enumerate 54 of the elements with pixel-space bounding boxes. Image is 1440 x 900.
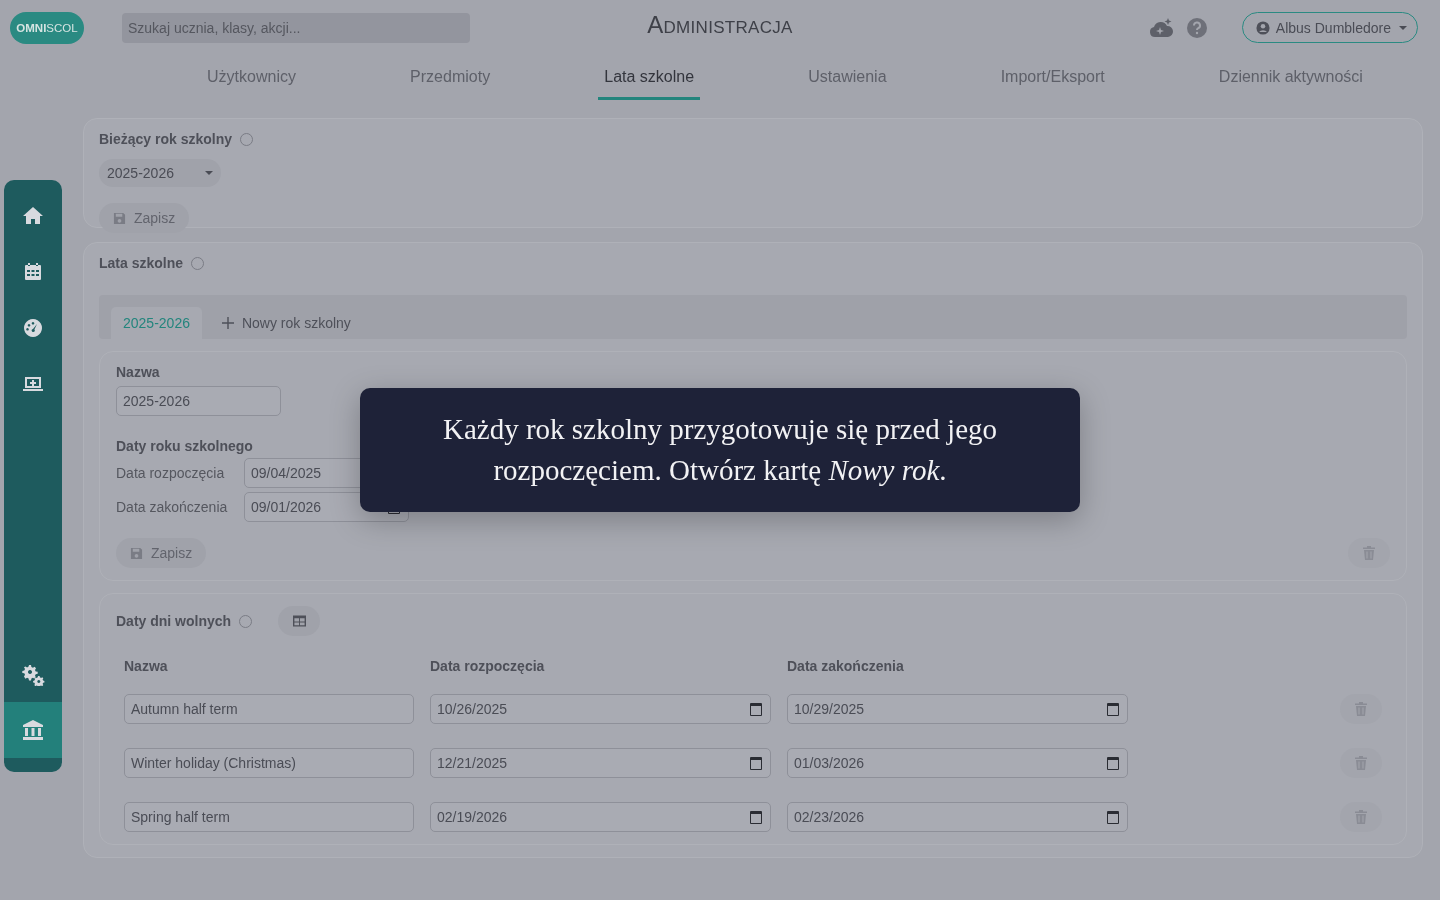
table-view-button[interactable] bbox=[278, 606, 321, 636]
search-field[interactable]: Szukaj ucznia, klasy, akcji... bbox=[122, 12, 470, 43]
nav-tab[interactable]: Użytkownicy bbox=[201, 55, 302, 100]
new-year-tab[interactable]: Nowy rok szkolny bbox=[209, 307, 363, 339]
date-field[interactable]: 02/23/2026 bbox=[787, 802, 1128, 832]
cloud-sparkle-icon[interactable] bbox=[1147, 16, 1174, 39]
nav-tab[interactable]: Dziennik aktywności bbox=[1212, 55, 1369, 100]
field-label: Data rozpoczęcia bbox=[116, 465, 226, 481]
name-field[interactable]: 2025-2026 bbox=[116, 386, 281, 416]
save-icon bbox=[113, 211, 126, 225]
section-title: Daty dni wolnych bbox=[116, 613, 232, 629]
column-header: Data rozpoczęcia bbox=[430, 658, 546, 674]
save-button[interactable]: Zapisz bbox=[116, 538, 207, 568]
year-tab[interactable]: 2025-2026 bbox=[111, 307, 202, 339]
settings-icon bbox=[21, 662, 45, 686]
date-field[interactable]: 01/03/2026 bbox=[787, 748, 1128, 778]
table-icon bbox=[292, 615, 306, 627]
date-field[interactable]: 02/19/2026 bbox=[430, 802, 771, 832]
name-field[interactable]: Spring half term bbox=[124, 802, 414, 832]
nav-tab[interactable]: Przedmioty bbox=[404, 55, 497, 100]
name-field[interactable]: Winter holiday (Christmas) bbox=[124, 748, 414, 778]
section-title: Lata szkolne bbox=[99, 255, 184, 271]
column-header: Data zakończenia bbox=[787, 658, 905, 674]
section-title: Bieżący rok szkolny bbox=[99, 131, 233, 147]
sidebar-item[interactable] bbox=[4, 702, 62, 758]
date-field[interactable]: 10/29/2025 bbox=[787, 694, 1128, 724]
user-icon bbox=[1255, 20, 1270, 35]
gauge-icon bbox=[21, 316, 45, 340]
delete-button[interactable] bbox=[1340, 694, 1382, 724]
help-icon[interactable] bbox=[1185, 16, 1208, 39]
nav-tab[interactable]: Import/Eksport bbox=[994, 55, 1111, 100]
nav-tab[interactable]: Ustawienia bbox=[802, 55, 893, 100]
date-field[interactable]: 10/26/2025 bbox=[430, 694, 771, 724]
trash-icon bbox=[1355, 702, 1367, 716]
year-dropdown[interactable]: 2025-2026 bbox=[99, 159, 221, 187]
trash-icon bbox=[1355, 810, 1367, 824]
tooltip: Każdy rok szkolny przygotowuje się przed jego rozpoczęciem. Otwórz kartę Nowy rok. bbox=[360, 388, 1080, 512]
field-label: Nazwa bbox=[116, 364, 161, 380]
trash-icon bbox=[1355, 756, 1367, 770]
delete-button[interactable] bbox=[1348, 538, 1390, 568]
save-icon bbox=[130, 546, 143, 560]
logo[interactable]: OMNISCOL bbox=[10, 11, 84, 44]
date-field[interactable]: 12/21/2025 bbox=[430, 748, 771, 778]
plus-icon bbox=[221, 317, 234, 329]
name-field[interactable]: Autumn half term bbox=[124, 694, 414, 724]
field-label: Data zakończenia bbox=[116, 499, 228, 515]
section-subtitle: Daty roku szkolnego bbox=[116, 438, 254, 454]
delete-button[interactable] bbox=[1340, 748, 1382, 778]
trash-icon bbox=[1363, 546, 1375, 560]
page-title: Administracja bbox=[647, 11, 793, 39]
bank-icon bbox=[21, 718, 45, 742]
nav-tab[interactable]: Lata szkolne bbox=[598, 55, 701, 100]
column-header: Nazwa bbox=[124, 658, 169, 674]
delete-button[interactable] bbox=[1340, 802, 1382, 832]
